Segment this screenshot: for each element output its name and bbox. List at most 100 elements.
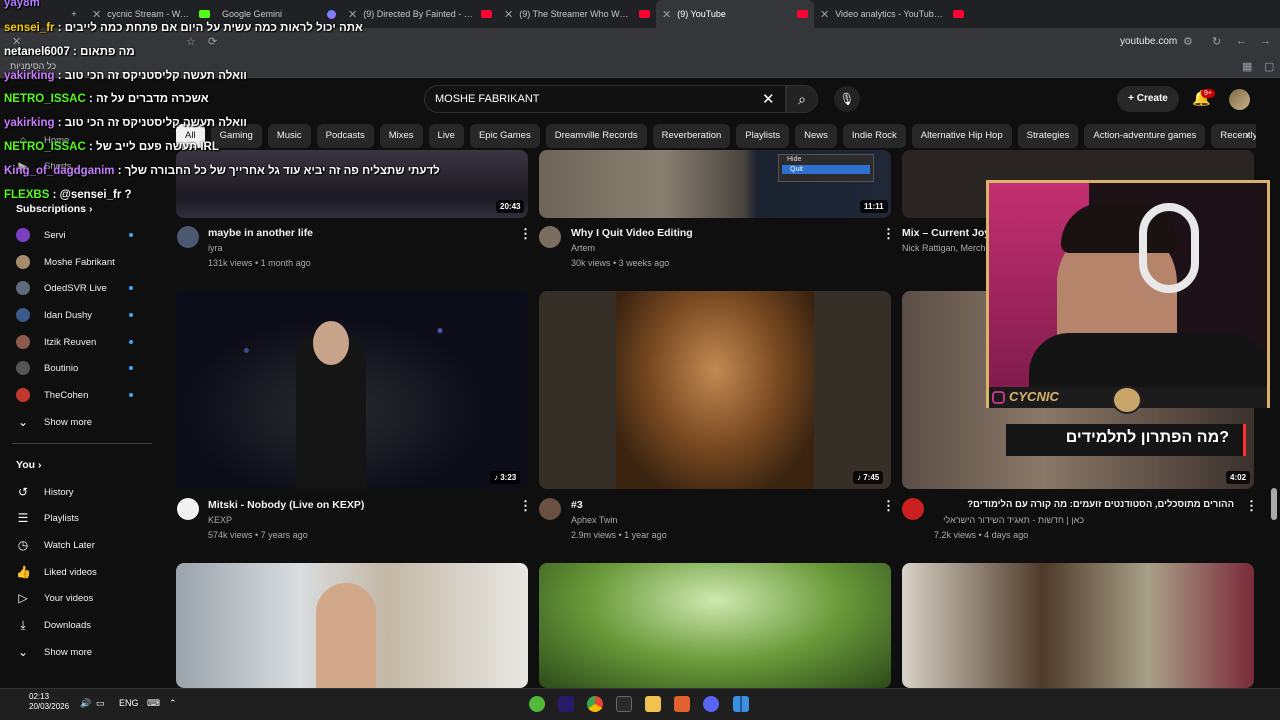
chip-news[interactable]: News [795, 124, 837, 148]
epic-games-icon[interactable] [616, 696, 632, 712]
display-icon[interactable]: ▭ [96, 698, 105, 709]
page-scrollbar[interactable] [1271, 150, 1277, 686]
sidebar-sub-boutinio[interactable]: Boutinio [16, 357, 78, 379]
close-icon[interactable]: ✕ [504, 8, 513, 21]
context-menu-item-quit[interactable]: Quit [782, 165, 870, 174]
chevron-up-icon[interactable]: ⌃ [169, 698, 177, 709]
chip-podcasts[interactable]: Podcasts [316, 124, 374, 148]
close-icon[interactable]: ✕ [820, 8, 829, 21]
channel-avatar[interactable] [177, 226, 199, 248]
video-title[interactable]: Mix – Current Joys [902, 227, 986, 239]
sidebar-item-liked[interactable]: 👍 Liked videos [16, 561, 97, 583]
sidebar-show-more-2[interactable]: ⌄ Show more [16, 641, 92, 663]
tab-streamer[interactable]: ✕ (9) The Streamer Who Went From... [498, 0, 656, 28]
video-title[interactable]: maybe in another life [208, 227, 498, 239]
tab-directed[interactable]: ✕ (9) Directed By Fainted - YouTube [342, 0, 498, 28]
channel-name[interactable]: KEXP [208, 515, 232, 525]
channel-name[interactable]: Artem [571, 243, 595, 253]
channel-avatar[interactable] [539, 498, 561, 520]
sidebar-item-downloads[interactable]: ⤓ Downloads [16, 614, 91, 636]
sidebar-item-watch-later[interactable]: ◷ Watch Later [16, 534, 95, 556]
video-title[interactable]: Why I Quit Video Editing [571, 227, 861, 239]
scrollbar-thumb[interactable] [1271, 488, 1277, 520]
close-icon[interactable]: ✕ [348, 8, 357, 21]
keyboard-icon[interactable]: ⌨ [147, 698, 160, 709]
voice-search-button[interactable]: 🎙 [834, 86, 860, 112]
chip-playlists[interactable]: Playlists [736, 124, 790, 148]
channel-avatar[interactable] [902, 498, 924, 520]
premiere-icon[interactable] [558, 696, 574, 712]
sidebar-sub-moshe[interactable]: Moshe Fabrikant [16, 251, 115, 273]
apps-grid-icon[interactable]: ▦ [1242, 60, 1252, 73]
search-input[interactable]: MOSHE FABRIKANT [424, 85, 786, 113]
chip-mixes[interactable]: Mixes [379, 124, 423, 148]
context-menu-item-hide[interactable]: Hide [779, 155, 873, 164]
you-header[interactable]: You › [16, 459, 41, 471]
more-options-icon[interactable]: ⋮ [519, 498, 532, 514]
sidebar-sub-idan[interactable]: Idan Dushy [16, 304, 92, 326]
sidebar-sub-thecohen[interactable]: TheCohen [16, 384, 88, 406]
tab-studio[interactable]: ✕ Video analytics - YouTube Studio [814, 0, 970, 28]
subscriptions-header[interactable]: Subscriptions › [16, 203, 92, 215]
video-thumbnail[interactable] [176, 291, 528, 489]
close-icon[interactable]: ✕ [662, 8, 671, 21]
channel-avatar[interactable] [539, 226, 561, 248]
forward-icon[interactable]: → [1260, 35, 1271, 47]
channel-name[interactable]: כאן | חדשות - תאגיד השידור הישראלי [934, 515, 1084, 525]
chip-reverberation[interactable]: Reverberation [652, 124, 731, 148]
sidebar-sub-itzik[interactable]: Itzik Reuven [16, 331, 96, 353]
video-thumbnail[interactable] [902, 563, 1254, 688]
close-icon[interactable]: ✕ [92, 8, 101, 21]
sidebar-item-playlists[interactable]: ☰ Playlists [16, 507, 79, 529]
sidebar-sub-servi[interactable]: Servi [16, 224, 66, 246]
app-icon[interactable] [529, 696, 545, 712]
app-icon[interactable] [674, 696, 690, 712]
more-options-icon[interactable]: ⋮ [882, 498, 895, 514]
windows-start-icon[interactable] [733, 696, 749, 712]
channel-name[interactable]: Nick Rattigan, Merch... [902, 243, 986, 253]
more-options-icon[interactable]: ⋮ [519, 226, 532, 242]
chevron-right-icon[interactable]: › [1245, 128, 1249, 142]
star-icon[interactable]: ☆ [186, 35, 196, 48]
chip-action-adventure[interactable]: Action-adventure games [1084, 124, 1206, 148]
chip-indie-rock[interactable]: Indie Rock [842, 124, 906, 148]
refresh-icon[interactable]: ⟳ [208, 35, 217, 48]
channel-avatar[interactable] [177, 498, 199, 520]
chip-recently-uploaded[interactable]: Recently uploaded [1211, 124, 1256, 148]
sidebar-item-history[interactable]: ↺ History [16, 481, 74, 503]
discord-icon[interactable] [703, 696, 719, 712]
window-icon[interactable]: ▢ [1264, 60, 1274, 73]
chrome-icon[interactable] [587, 696, 603, 712]
channel-name[interactable]: iyra [208, 243, 223, 253]
video-thumbnail[interactable] [176, 563, 528, 688]
sidebar-sub-oded[interactable]: OdedSVR Live [16, 277, 107, 299]
search-button[interactable]: ⌕ [786, 85, 818, 113]
more-options-icon[interactable]: ⋮ [1245, 498, 1258, 514]
video-thumbnail[interactable] [539, 291, 891, 489]
file-explorer-icon[interactable] [645, 696, 661, 712]
video-thumbnail[interactable] [176, 150, 528, 218]
url-field[interactable]: youtube.com [1120, 36, 1177, 47]
chip-epic-games[interactable]: Epic Games [469, 124, 540, 148]
chip-dreamville[interactable]: Dreamville Records [545, 124, 647, 148]
create-button[interactable]: + Create [1117, 86, 1179, 112]
sidebar-item-your-videos[interactable]: ▷ Your videos [16, 587, 93, 609]
sidebar-show-more[interactable]: ⌄ Show more [16, 411, 92, 433]
tab-youtube-active[interactable]: ✕ (9) YouTube [656, 0, 814, 28]
back-icon[interactable]: ← [1236, 35, 1247, 47]
clear-search-icon[interactable]: ✕ [762, 90, 775, 108]
chip-music[interactable]: Music [267, 124, 311, 148]
volume-icon[interactable]: 🔊 [80, 698, 91, 709]
chip-strategies[interactable]: Strategies [1017, 124, 1079, 148]
site-settings-icon[interactable]: ⚙ [1183, 35, 1193, 48]
account-avatar[interactable] [1229, 89, 1250, 110]
more-options-icon[interactable]: ⋮ [882, 226, 895, 242]
chip-alt-hip-hop[interactable]: Alternative Hip Hop [911, 124, 1012, 148]
chip-live[interactable]: Live [428, 124, 464, 148]
video-title[interactable]: #3 [571, 499, 861, 511]
video-thumbnail[interactable] [539, 563, 891, 688]
video-title[interactable]: ההורים מתוסכלים, הסטודנטים זועמים: מה קו… [934, 499, 1234, 510]
language-indicator[interactable]: ENG [119, 698, 139, 708]
video-title[interactable]: Mitski - Nobody (Live on KEXP) [208, 499, 508, 511]
reload-icon[interactable]: ↻ [1212, 35, 1221, 48]
